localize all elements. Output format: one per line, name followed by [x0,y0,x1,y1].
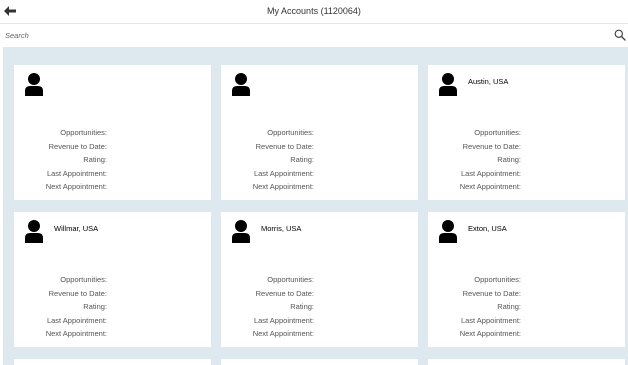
opportunities-label: Opportunities: [474,275,521,284]
next-appointment-label: Next Appointment: [45,182,107,191]
person-icon [232,73,250,96]
rating-label: Rating: [497,302,521,311]
revenue-label: Revenue to Date: [462,142,521,151]
next-appointment-label: Next Appointment: [45,329,107,338]
opportunities-label: Opportunities: [267,275,314,284]
opportunities-label: Opportunities: [60,275,107,284]
accounts-grid: Opportunities: Revenue to Date: Rating: … [3,47,628,365]
search-bar [0,25,628,45]
rating-label: Rating: [83,302,107,311]
revenue-label: Revenue to Date: [255,289,314,298]
search-icon[interactable] [614,29,626,41]
account-card[interactable]: Morris, USA Opportunities: Revenue to Da… [221,212,418,347]
last-appointment-label: Last Appointment: [46,316,107,325]
page-title: My Accounts (1120064) [267,6,361,16]
opportunities-label: Opportunities: [474,128,521,137]
search-input[interactable] [5,28,605,42]
person-icon [25,73,43,96]
last-appointment-label: Last Appointment: [460,169,521,178]
header-bar: My Accounts (1120064) [0,0,628,24]
account-card[interactable]: Exton, USA Opportunities: Revenue to Dat… [428,212,625,347]
account-name: Morris, USA [261,224,302,233]
next-appointment-label: Next Appointment: [252,182,314,191]
next-appointment-label: Next Appointment: [252,329,314,338]
rating-label: Rating: [290,155,314,164]
revenue-label: Revenue to Date: [255,142,314,151]
rating-label: Rating: [290,302,314,311]
rating-label: Rating: [497,155,521,164]
revenue-label: Revenue to Date: [462,289,521,298]
next-appointment-label: Next Appointment: [459,329,521,338]
person-icon [25,220,43,243]
person-icon [439,73,457,96]
next-appointment-label: Next Appointment: [459,182,521,191]
account-card[interactable]: Austin, USA Opportunities: Revenue to Da… [428,65,625,200]
rating-label: Rating: [83,155,107,164]
account-card[interactable] [14,359,211,365]
last-appointment-label: Last Appointment: [46,169,107,178]
opportunities-label: Opportunities: [60,128,107,137]
revenue-label: Revenue to Date: [48,289,107,298]
person-icon [232,220,250,243]
last-appointment-label: Last Appointment: [253,316,314,325]
account-card[interactable] [428,359,625,365]
account-card[interactable]: Willmar, USA Opportunities: Revenue to D… [14,212,211,347]
account-name: Austin, USA [468,77,509,86]
last-appointment-label: Last Appointment: [460,316,521,325]
account-card[interactable]: Opportunities: Revenue to Date: Rating: … [14,65,211,200]
person-icon [439,220,457,243]
account-name: Exton, USA [468,224,507,233]
account-card[interactable]: Opportunities: Revenue to Date: Rating: … [221,65,418,200]
account-name: Willmar, USA [54,224,99,233]
account-card[interactable] [221,359,418,365]
last-appointment-label: Last Appointment: [253,169,314,178]
revenue-label: Revenue to Date: [48,142,107,151]
opportunities-label: Opportunities: [267,128,314,137]
